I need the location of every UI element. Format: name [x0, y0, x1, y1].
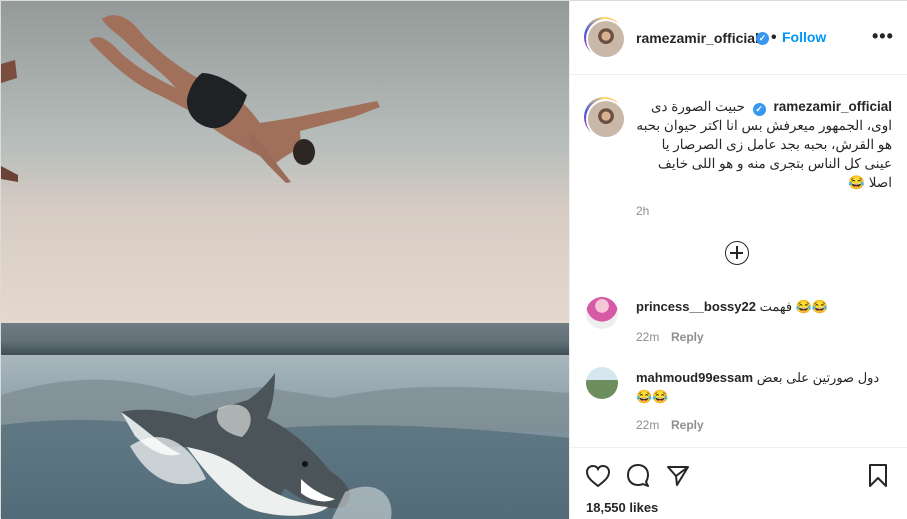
reply-button[interactable]: Reply: [671, 330, 704, 344]
post-side-panel: ramezamir_official ✓ • Follow ••• rameza…: [569, 1, 907, 519]
bookmark-icon[interactable]: [866, 463, 890, 489]
comment-text: فهمت 😂😂: [759, 299, 829, 314]
princess-avatar[interactable]: [586, 297, 618, 329]
instagram-post-modal: ramezamir_official ✓ • Follow ••• rameza…: [0, 0, 907, 519]
comment-username[interactable]: mahmoud99essam: [636, 370, 753, 385]
heart-icon[interactable]: [585, 464, 611, 488]
comment-username[interactable]: princess__bossy22: [636, 299, 756, 314]
post-header: ramezamir_official ✓ • Follow •••: [570, 1, 907, 75]
comment-timestamp[interactable]: 22m: [636, 418, 659, 432]
post-actions: 18,550 likes: [570, 447, 907, 519]
author-avatar[interactable]: [584, 17, 626, 59]
comment-mahmoud: mahmoud99essam دول صورتين على بعض😂😂: [636, 368, 894, 406]
reply-button[interactable]: Reply: [671, 418, 704, 432]
comment-icon[interactable]: [625, 463, 651, 489]
caption-timestamp[interactable]: 2h: [636, 204, 649, 218]
post-image-art: [1, 1, 569, 519]
post-photo[interactable]: [1, 1, 569, 519]
caption-verified-badge-icon: ✓: [752, 103, 766, 116]
separator-dot: •: [771, 29, 777, 46]
likes-count[interactable]: 18,550 likes: [586, 500, 658, 515]
mahmoud-avatar[interactable]: [586, 367, 618, 399]
post-caption: ramezamir_official ✓ حبيت الصورة دى اوى،…: [636, 97, 892, 192]
comment-timestamp[interactable]: 22m: [636, 330, 659, 344]
plus-circle-icon[interactable]: [725, 241, 749, 265]
comment-princess: princess__bossy22 فهمت 😂😂: [636, 297, 894, 316]
follow-button[interactable]: Follow: [782, 29, 826, 45]
verified-badge-icon: ✓: [756, 32, 769, 45]
more-options-icon[interactable]: •••: [872, 26, 894, 47]
caption-author-avatar[interactable]: [584, 97, 626, 139]
author-username[interactable]: ramezamir_official: [636, 30, 759, 46]
caption-author-username[interactable]: ramezamir_official: [773, 99, 892, 114]
share-icon[interactable]: [666, 464, 690, 488]
